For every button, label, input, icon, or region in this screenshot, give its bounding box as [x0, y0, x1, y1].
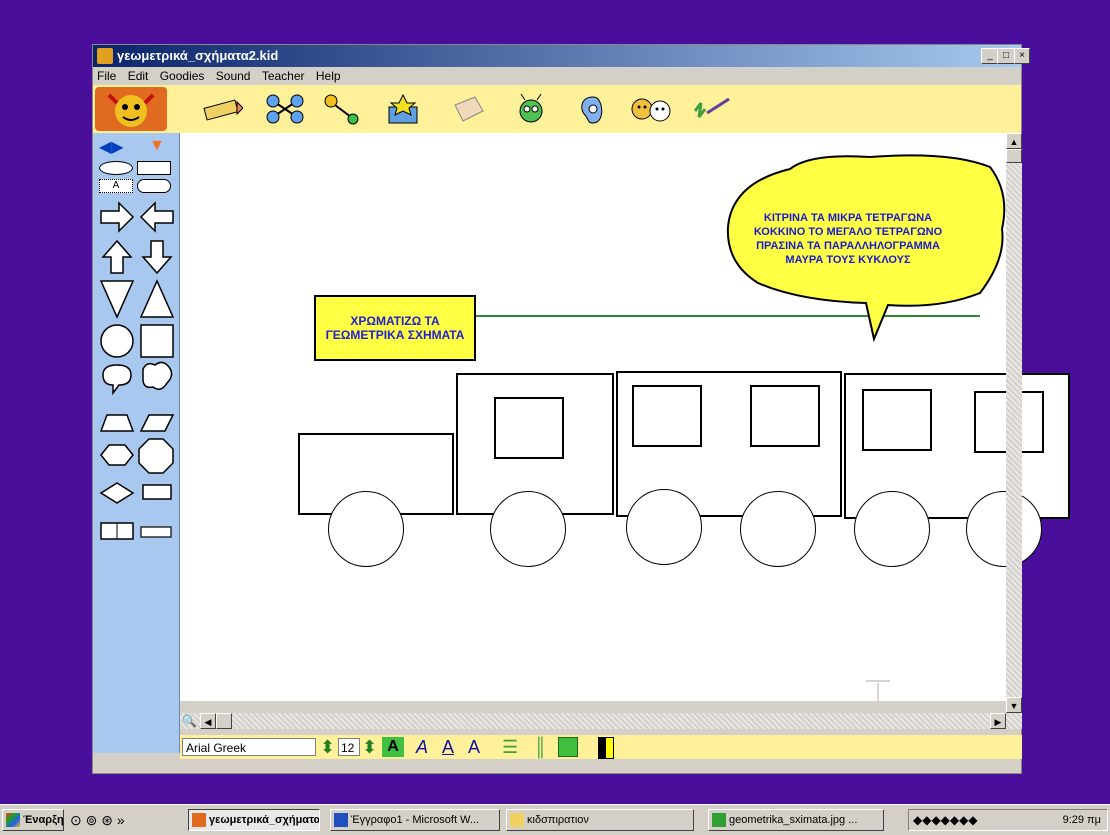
cab-window-square[interactable] — [494, 397, 564, 459]
maximize-button[interactable]: □ — [997, 48, 1015, 64]
color-swatch-icon[interactable] — [598, 737, 614, 759]
zoom-icon[interactable]: 🔍 — [182, 714, 197, 728]
ear-icon[interactable] — [569, 91, 613, 127]
symbol-box-icon[interactable] — [381, 91, 425, 127]
horizontal-scroll-thumb[interactable] — [216, 713, 232, 729]
wheel-2[interactable] — [490, 491, 566, 567]
format-toolbar: Arial Greek ⬍ 12 ⬍ A A A A ☰ ║ — [180, 735, 1022, 759]
bug-icon[interactable] — [509, 91, 553, 127]
wheel-4[interactable] — [740, 491, 816, 567]
wheel-1[interactable] — [328, 491, 404, 567]
chevron-down-icon[interactable]: ▼ — [149, 137, 165, 155]
text-style-icon[interactable]: A — [468, 737, 480, 757]
font-size-stepper-icon-2[interactable]: ⬍ — [362, 737, 377, 757]
menu-file[interactable]: File — [93, 67, 120, 85]
bubble-line-4: ΜΑΥΡΑ ΤΟΥΣ ΚΥΚΛΟΥΣ — [785, 254, 911, 266]
font-select[interactable]: Arial Greek — [182, 738, 316, 756]
link-icon[interactable] — [319, 91, 363, 127]
line-style-icon[interactable]: ☰ — [502, 737, 518, 757]
kidspiration-logo[interactable] — [95, 87, 167, 131]
bubble-line-1: ΚΙΤΡΙΝΑ ΤΑ ΜΙΚΡΑ ΤΕΤΡΑΓΩΝΑ — [763, 212, 933, 224]
app-icon — [97, 48, 113, 64]
task-word[interactable]: Έγγραφο1 - Microsoft W... — [330, 809, 500, 831]
main-toolbar — [93, 85, 1021, 134]
app-window: γεωμετρικά_σχήματα2.kid _ □ × File Edit … — [92, 44, 1070, 774]
bubble-line-3: ΠΡΑΣΙΝΑ ΤΑ ΠΑΡΑΛΛΗΛΟΓΡΑΜΜΑ — [756, 240, 940, 252]
menu-teacher[interactable]: Teacher — [258, 67, 309, 85]
wheel-6[interactable] — [966, 491, 1042, 567]
text-shape-icon[interactable]: A — [99, 179, 133, 193]
scroll-left-button[interactable]: ◀ — [200, 713, 216, 729]
quicklaunch-icons[interactable]: ⊙ ⊚ ⊛ » — [70, 812, 125, 829]
faces-icon[interactable] — [629, 91, 673, 127]
system-tray: ◆◆◆◆◆◆◆ 9:29 πμ — [908, 809, 1108, 831]
menu-bar: File Edit Goodies Sound Teacher Help — [93, 67, 1021, 85]
wagon-2-window-1[interactable] — [862, 389, 932, 451]
scroll-down-button[interactable]: ▼ — [1006, 697, 1022, 713]
window-title: γεωμετρικά_σχήματα2.kid — [117, 48, 279, 63]
close-button[interactable]: × — [1014, 48, 1030, 64]
eraser-icon[interactable] — [447, 91, 491, 127]
line-weight-icon[interactable]: ║ — [534, 737, 547, 757]
paintbrush-icon[interactable] — [689, 91, 733, 127]
task-kidspiration[interactable]: γεωμετρικά_σχήματα... — [188, 809, 320, 831]
start-button[interactable]: Έναρξη — [2, 809, 64, 831]
shape-palette-icons[interactable] — [97, 199, 177, 409]
clock-time: 9:29 πμ — [1062, 814, 1101, 826]
scroll-up-button[interactable]: ▲ — [1006, 133, 1022, 149]
wagon-1-window-1[interactable] — [632, 385, 702, 447]
rectangle-shape-icon[interactable] — [137, 161, 171, 175]
bubble-text: ΚΙΤΡΙΝΑ ΤΑ ΜΙΚΡΑ ΤΕΤΡΑΓΩΝΑ ΚΟΚΚΙΝΟ ΤΟ ΜΕ… — [728, 211, 968, 267]
task-image[interactable]: geometrika_sximata.jpg ... — [708, 809, 884, 831]
wheel-5[interactable] — [854, 491, 930, 567]
shape-palette-icons-2[interactable] — [97, 409, 177, 569]
wagon-1-window-2[interactable] — [750, 385, 820, 447]
italic-icon[interactable]: A — [416, 737, 428, 757]
tray-icons[interactable]: ◆◆◆◆◆◆◆ — [913, 813, 978, 827]
ellipse-shape-icon[interactable] — [99, 161, 133, 175]
bubble-line-2: ΚΟΚΚΙΝΟ ΤΟ ΜΕΓΑΛΟ ΤΕΤΡΑΓΩΝΟ — [753, 226, 943, 238]
horizontal-scrollbar[interactable]: 🔍 ◀ ▶ — [180, 713, 1006, 729]
pencil-icon[interactable] — [201, 91, 245, 127]
task-folder[interactable]: κιδσπιρατιον — [506, 809, 694, 831]
taskbar: Έναρξη ⊙ ⊚ ⊛ » γεωμετρικά_σχήματα... Έγγ… — [0, 804, 1110, 835]
fill-pattern-icon[interactable] — [558, 737, 578, 757]
bold-icon[interactable]: A — [382, 737, 404, 757]
wheel-3[interactable] — [626, 489, 702, 565]
font-size-field[interactable]: 12 — [338, 738, 360, 756]
underline-icon[interactable]: A — [442, 737, 454, 757]
menu-help[interactable]: Help — [312, 67, 345, 85]
scroll-right-button[interactable]: ▶ — [990, 713, 1006, 729]
menu-edit[interactable]: Edit — [124, 67, 153, 85]
rounded-rect-shape-icon[interactable] — [137, 179, 171, 193]
vertical-scroll-thumb[interactable] — [1006, 149, 1022, 163]
shape-palette: ◀▶ ▼ A — [93, 133, 180, 753]
font-size-stepper-icon[interactable]: ⬍ — [320, 737, 335, 757]
menu-goodies[interactable]: Goodies — [156, 67, 209, 85]
menu-sound[interactable]: Sound — [212, 67, 255, 85]
vertical-scrollbar[interactable]: ▲ ▼ — [1006, 133, 1022, 729]
title-bar: γεωμετρικά_σχήματα2.kid _ □ × — [93, 45, 1030, 67]
drawing-canvas[interactable]: ΧΡΩΜΑΤΙΖΩ ΤΑ ΓΕΩΜΕΤΡΙΚΑ ΣΧΗΜΑΤΑ ΚΙΤΡΙΝΑ Τ… — [180, 133, 1070, 701]
mapping-icon[interactable] — [263, 91, 307, 127]
arrow-left-right-icon[interactable]: ◀▶ — [99, 137, 124, 157]
